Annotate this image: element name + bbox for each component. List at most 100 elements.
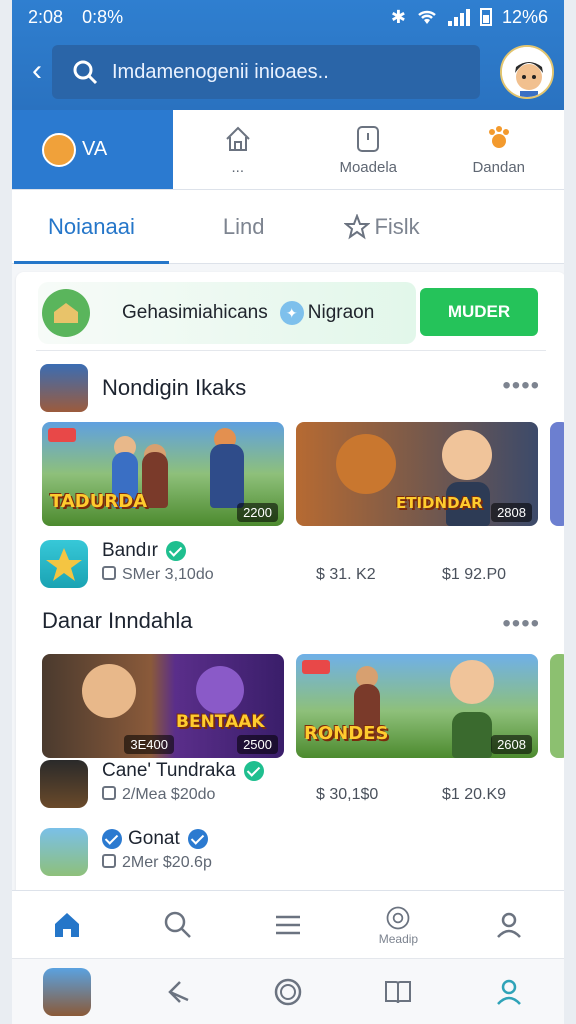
tab-fislk[interactable]: Fislk xyxy=(344,190,420,264)
avatar xyxy=(43,967,92,1016)
tab-lind[interactable]: Lind xyxy=(223,190,265,264)
paw-icon xyxy=(488,126,509,148)
app-name: Bandır xyxy=(102,540,158,561)
app-list-item[interactable]: Cane' Tundraka 2/Mea $20do $ 30,1$0 $1 2… xyxy=(40,760,540,816)
home-icon xyxy=(55,912,80,937)
house-badge-icon xyxy=(42,289,90,337)
meta-icon xyxy=(102,854,116,868)
profile-icon xyxy=(496,912,521,938)
nav-profile[interactable] xyxy=(454,891,564,958)
game-thumbnail[interactable]: RONDES 2608 xyxy=(296,654,538,758)
game-app-icon xyxy=(40,760,88,808)
category-label: VA xyxy=(82,138,108,160)
category-tab-moadela[interactable]: Moadela xyxy=(303,110,434,189)
clock-icon xyxy=(387,906,410,929)
back-arrow-icon xyxy=(167,980,189,1003)
back-button[interactable]: ‹ xyxy=(22,52,52,90)
category-tab-dandan[interactable]: Dandan xyxy=(434,110,565,189)
verified-icon xyxy=(187,829,208,849)
game-thumbnail[interactable]: BENTAAK 3E400 2500 xyxy=(42,654,284,758)
thumbnail-count: 2200 xyxy=(237,503,278,522)
game-thumbnail[interactable]: TADURDA 2200 xyxy=(42,422,284,526)
wifi-icon xyxy=(418,10,436,24)
app-meta: 2Mer $20.6p xyxy=(122,854,212,871)
search-icon xyxy=(164,911,191,938)
nav-search[interactable] xyxy=(122,891,232,958)
game-thumbnail[interactable]: ETIDNDAR 2808 xyxy=(296,422,538,526)
sub-tabs: Noianaai Lind Fislk xyxy=(12,190,564,264)
section-title: Danar Inndahla xyxy=(42,608,193,633)
game-thumbnail-partial[interactable] xyxy=(550,422,564,526)
clock-icon xyxy=(357,126,380,152)
status-extra: 0:8% xyxy=(82,6,124,27)
signal-icon xyxy=(447,8,470,26)
nav-book[interactable] xyxy=(343,976,453,1008)
battery-level: 12%6 xyxy=(501,6,548,27)
user-avatar[interactable] xyxy=(500,45,554,99)
divider xyxy=(36,350,546,351)
game-thumbnail-partial[interactable] xyxy=(550,654,564,758)
nav-profile-system[interactable] xyxy=(454,976,564,1008)
battery-icon xyxy=(479,8,492,26)
app-price-2: $1 92.P0 xyxy=(442,566,507,583)
badge-icon xyxy=(102,829,122,849)
app-name: Cane' Tundraka xyxy=(102,760,236,781)
thumbnail-title: TADURDA xyxy=(50,491,148,512)
profile-icon xyxy=(496,979,521,1005)
category-avatar-icon xyxy=(42,132,76,167)
search-input[interactable]: Imdamenogenii inioaes.. xyxy=(112,61,329,84)
verified-icon xyxy=(243,761,264,781)
avatar-face-icon xyxy=(502,47,552,97)
star-app-icon xyxy=(40,540,88,588)
nav-back[interactable] xyxy=(122,976,232,1008)
bottom-nav: Meadip xyxy=(12,890,564,958)
section-header-1: Nondigin Ikaks xyxy=(40,364,246,412)
app-meta: 2/Mea $20do xyxy=(122,786,216,803)
nav-home-system[interactable] xyxy=(233,976,343,1008)
thumbnail-count: 3E400 xyxy=(124,735,174,754)
more-options-button[interactable]: •••• xyxy=(502,610,540,638)
star-outline-icon xyxy=(344,213,371,239)
thumbnail-title: BENTAAK xyxy=(176,712,265,732)
meta-icon xyxy=(102,566,116,580)
category-label: Moadela xyxy=(339,159,398,176)
app-list-item[interactable]: Bandır SMer 3,10do $ 31. K2 $1 92.P0 xyxy=(40,540,540,596)
category-tab-home[interactable]: ... xyxy=(173,110,304,189)
category-label: ... xyxy=(231,159,244,176)
content-card: Gehasimiahicans ✦ Nigraon MUDER Nondigin… xyxy=(16,272,564,902)
search-bar[interactable]: Imdamenogenii inioaes.. xyxy=(52,45,480,99)
book-icon xyxy=(385,980,412,1003)
section-header-2: Danar Inndahla xyxy=(42,608,192,634)
bluetooth-icon: ✱ xyxy=(390,6,406,27)
nav-avatar[interactable] xyxy=(12,967,122,1016)
promo-banner[interactable]: Gehasimiahicans ✦ Nigraon xyxy=(38,282,416,344)
nav-meadip[interactable]: Meadip xyxy=(343,891,453,958)
nav-home[interactable] xyxy=(12,891,122,958)
category-tab-va[interactable]: VA xyxy=(12,110,173,189)
section-avatar-icon xyxy=(40,364,88,412)
category-tabs: VA ... Moadela Dandan xyxy=(12,110,564,190)
menu-icon xyxy=(276,915,301,934)
nav-menu[interactable] xyxy=(233,891,343,958)
app-header: 2:08 0:8% ✱ 12%6 ‹ Imdamenogenii inioaes… xyxy=(12,0,564,110)
system-nav xyxy=(12,958,564,1024)
phone-screen: 2:08 0:8% ✱ 12%6 ‹ Imdamenogenii inioaes… xyxy=(12,0,564,1024)
app-price: $ 30,1$0 xyxy=(316,786,379,803)
tab-noianaai[interactable]: Noianaai xyxy=(14,190,169,264)
app-list-item[interactable]: Gonat 2Mer $20.6p xyxy=(40,828,540,884)
promo-text-2: Nigraon xyxy=(307,302,375,323)
section-title: Nondigin Ikaks xyxy=(102,375,247,400)
meta-icon xyxy=(102,786,116,800)
promo-action-button[interactable]: MUDER xyxy=(420,288,538,336)
butterfly-icon: ✦ xyxy=(279,301,304,325)
more-options-button[interactable]: •••• xyxy=(502,372,540,400)
house-icon xyxy=(226,126,250,151)
nav-label: Meadip xyxy=(378,931,419,946)
search-icon xyxy=(73,60,98,85)
app-name: Gonat xyxy=(128,828,180,849)
verified-icon xyxy=(165,541,186,561)
thumbnail-title: ETIDNDAR xyxy=(396,494,483,512)
thumbnail-title: RONDES xyxy=(304,723,389,744)
status-bar: 2:08 0:8% ✱ 12%6 xyxy=(12,0,564,34)
circle-home-icon xyxy=(274,978,302,1005)
